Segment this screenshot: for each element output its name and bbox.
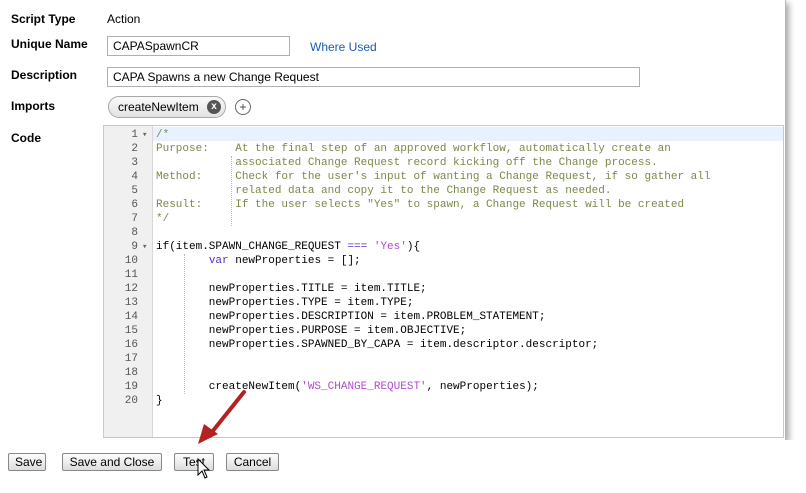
code-label: Code [11,131,41,145]
line-number: 1 [131,129,138,141]
mouse-pointer-icon [197,458,211,479]
script-type-label: Script Type [11,12,76,26]
line-number: 12 [124,283,138,295]
line-number: 19 [124,381,138,393]
fold-toggle-icon[interactable]: ▾ [142,128,147,142]
code-text: if(item.SPAWN_CHANGE_REQUEST === 'Yes'){ [156,241,421,253]
imports-label: Imports [11,99,56,113]
code-text: newProperties.PURPOSE = item.OBJECTIVE; [156,325,467,337]
save-and-close-button[interactable]: Save and Close [62,453,162,471]
code-line[interactable]: 17 [104,352,783,366]
code-line[interactable]: 10 var newProperties = []; [104,254,783,268]
code-line[interactable]: 12 newProperties.TITLE = item.TITLE; [104,282,783,296]
line-number: 5 [131,185,138,197]
description-input[interactable] [107,67,640,87]
fold-toggle-icon[interactable]: ▾ [142,240,147,254]
code-line[interactable]: 9 ▾ if(item.SPAWN_CHANGE_REQUEST === 'Yes'… [104,240,783,254]
code-line[interactable]: 11 [104,268,783,282]
code-text: related data and copy it to the Change R… [156,185,612,197]
code-text: */ [156,213,170,225]
line-number: 9 [131,241,138,253]
code-line[interactable]: 18 [104,366,783,380]
where-used-link[interactable]: Where Used [310,40,377,54]
line-number: 2 [131,143,138,155]
remove-import-icon[interactable]: x [207,100,221,114]
code-text: } [156,395,163,407]
code-line[interactable]: 7 */ [104,212,783,226]
indent-guide [231,156,232,226]
code-line[interactable]: 5 related data and copy it to the Change… [104,184,783,198]
code-text: Purpose: At the final step of an approve… [156,143,671,155]
code-text: Method: Check for the user's input of wa… [156,171,711,183]
import-chip[interactable]: createNewItem x [108,96,226,118]
code-line[interactable]: 4 Method: Check for the user's input of w… [104,170,783,184]
line-number: 14 [124,311,138,323]
line-number: 6 [131,199,138,211]
description-label: Description [11,68,78,82]
code-line[interactable]: 16 newProperties.SPAWNED_BY_CAPA = item.… [104,338,783,352]
line-number: 15 [124,325,138,337]
script-editor-panel: Script Type Action Unique Name Where Use… [0,0,786,440]
save-button[interactable]: Save [8,453,46,471]
code-text: Result: If the user selects "Yes" to spa… [156,199,685,211]
code-line[interactable]: 14 newProperties.DESCRIPTION = item.PROB… [104,310,783,324]
import-chip-label: createNewItem [118,100,199,114]
line-number: 10 [124,255,138,267]
line-number: 7 [131,213,138,225]
line-number: 20 [124,395,138,407]
code-line[interactable]: 3 associated Change Request record kicki… [104,156,783,170]
code-line[interactable]: 1 ▾ /* [104,128,783,142]
line-number: 17 [124,353,138,365]
cancel-button[interactable]: Cancel [226,453,279,471]
line-number: 18 [124,367,138,379]
code-text: newProperties.DESCRIPTION = item.PROBLEM… [156,311,546,323]
red-arrow-icon [198,390,246,444]
code-line[interactable]: 2 Purpose: At the final step of an approv… [104,142,783,156]
line-number: 11 [124,269,138,281]
code-text: newProperties.SPAWNED_BY_CAPA = item.des… [156,339,599,351]
code-line[interactable]: 15 newProperties.PURPOSE = item.OBJECTIV… [104,324,783,338]
script-type-value: Action [107,12,141,26]
unique-name-input[interactable] [107,36,290,56]
code-line[interactable]: 6 Result: If the user selects "Yes" to sp… [104,198,783,212]
code-text: newProperties.TITLE = item.TITLE; [156,283,427,295]
line-number: 8 [131,227,138,239]
line-number: 13 [124,297,138,309]
code-text: var newProperties = []; [208,255,361,267]
indent-guide [184,254,185,394]
line-number: 3 [131,157,138,169]
code-line[interactable]: 13 newProperties.TYPE = item.TYPE; [104,296,783,310]
code-line[interactable]: 8 [104,226,783,240]
line-number: 16 [124,339,138,351]
code-text: newProperties.TYPE = item.TYPE; [156,297,414,309]
add-import-icon[interactable]: + [235,99,251,115]
line-number: 4 [131,171,138,183]
unique-name-label: Unique Name [11,37,88,51]
code-text: /* [156,129,170,141]
